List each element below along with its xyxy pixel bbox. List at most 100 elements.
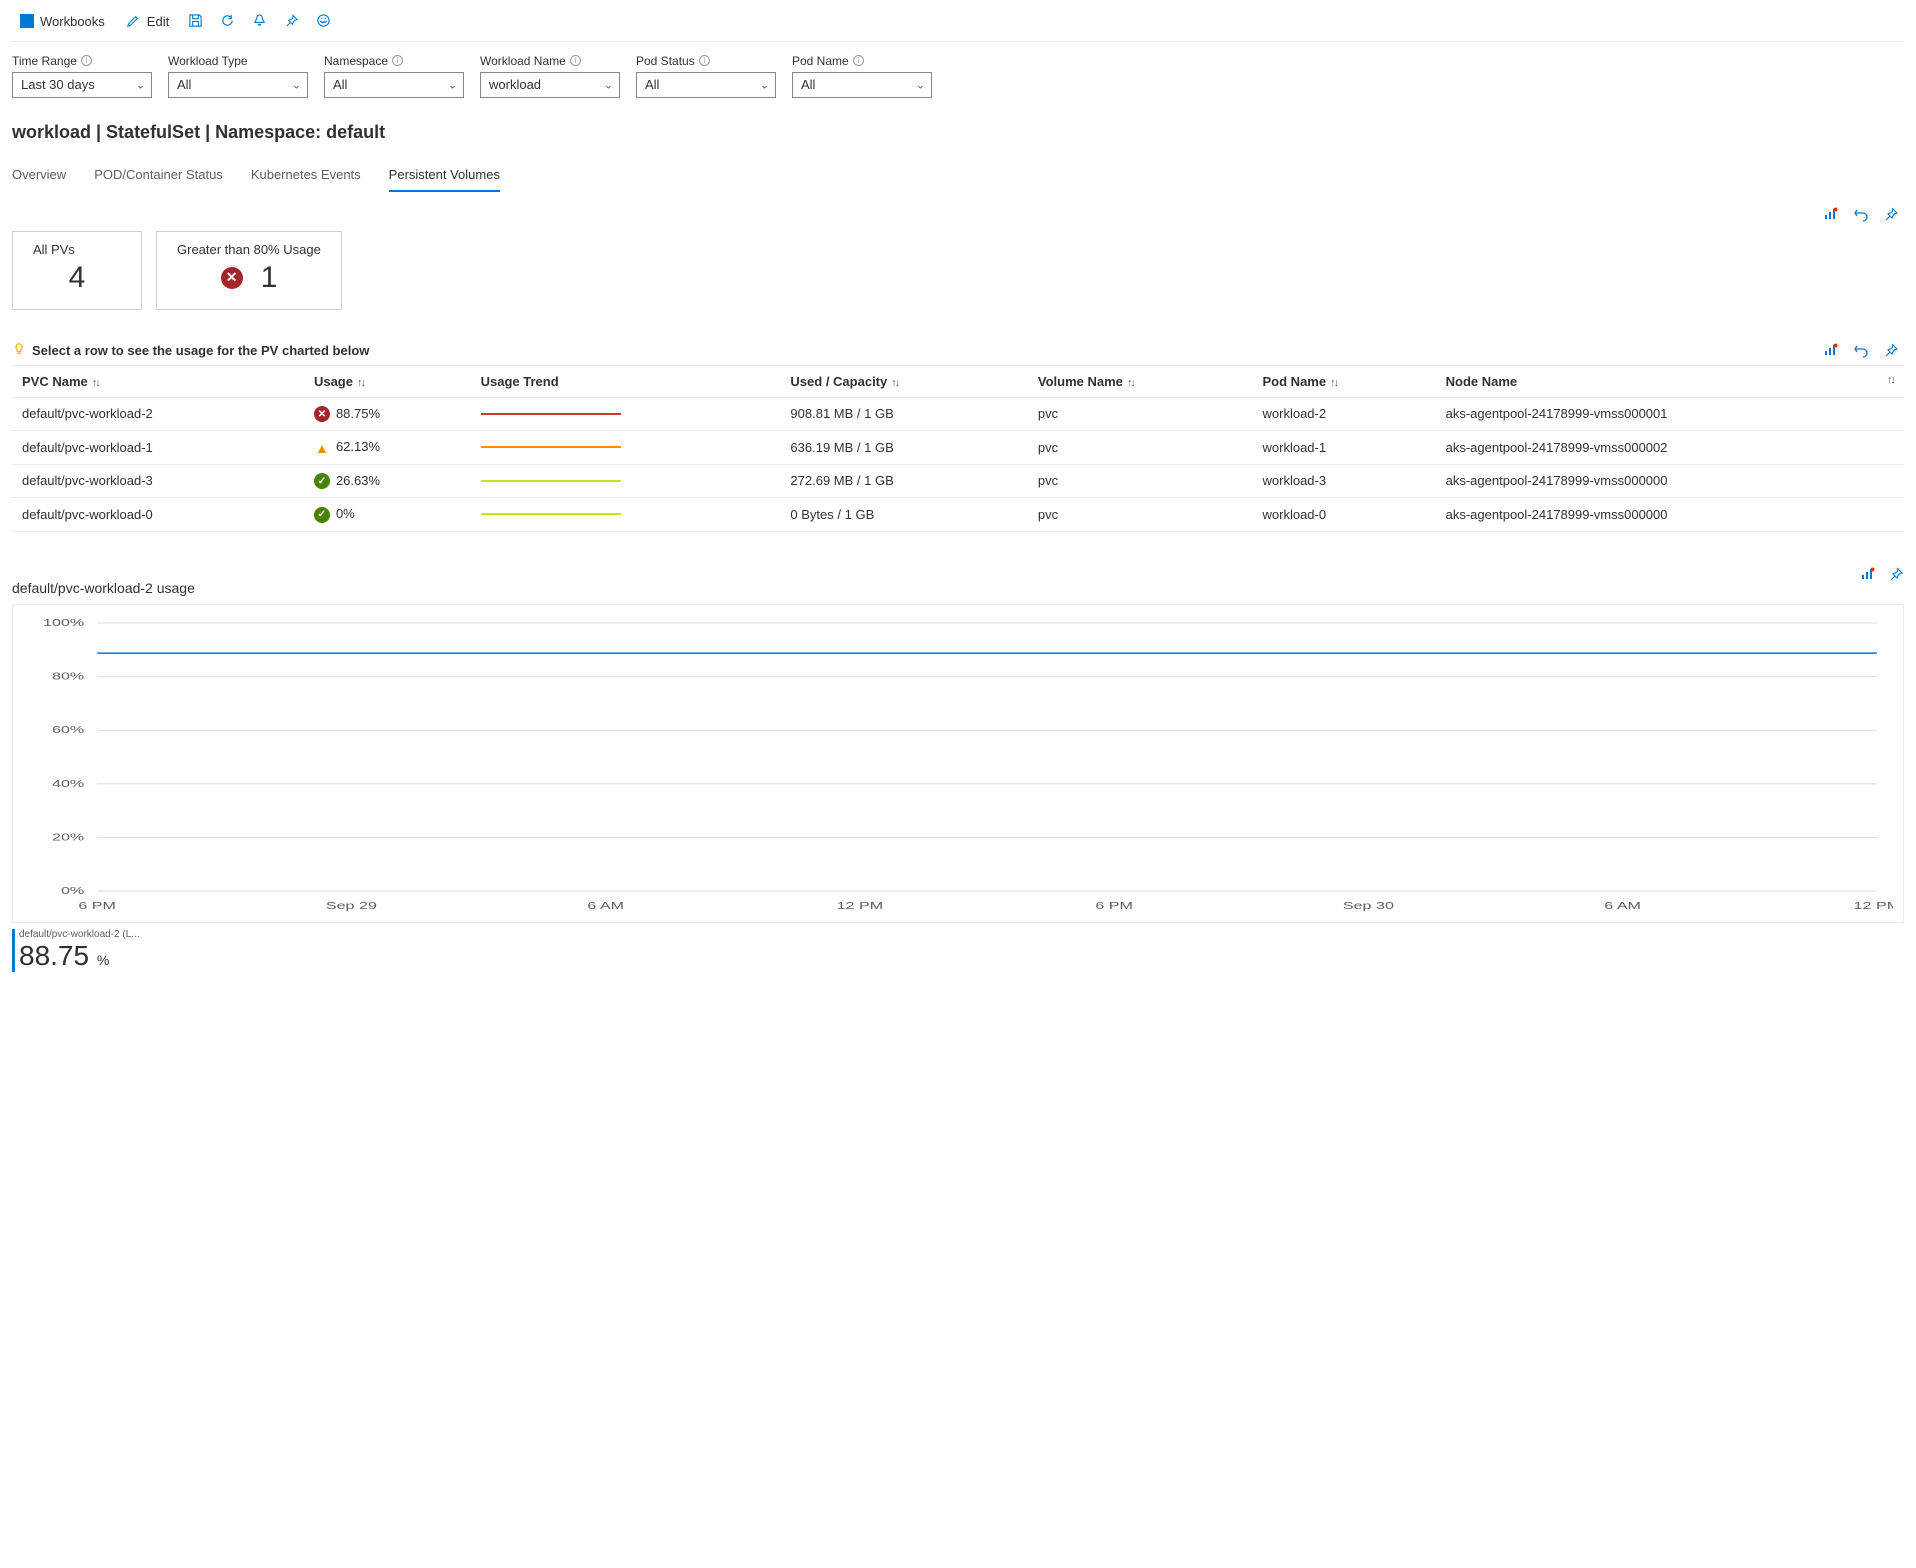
chart-plot-area[interactable]: 0%20%40%60%80%100% 6 PMSep 296 AM12 PM6 … — [23, 615, 1893, 915]
sort-icon[interactable]: ↑↓ — [92, 377, 99, 389]
chart-title: default/pvc-workload-2 usage — [12, 580, 195, 596]
section-action-row — [12, 205, 1904, 223]
cell-node-name: aks-agentpool-24178999-vmss000002 — [1436, 431, 1904, 465]
col-used-capacity[interactable]: Used / Capacity↑↓ — [780, 365, 1027, 397]
table-row[interactable]: default/pvc-workload-3✓26.63%272.69 MB /… — [12, 464, 1904, 498]
chevron-down-icon: ⌄ — [760, 78, 769, 91]
error-icon: ✕ — [314, 406, 330, 422]
col-usage-trend[interactable]: Usage Trend — [471, 365, 781, 397]
error-status-icon: ✕ — [221, 267, 243, 289]
cell-usage-trend — [471, 498, 781, 532]
col-node-name[interactable]: Node Name↑↓ — [1436, 365, 1904, 397]
log-analytics-icon[interactable] — [1822, 341, 1840, 359]
filter-workload-type: Workload Type All⌄ — [168, 54, 308, 98]
log-analytics-icon[interactable] — [1822, 205, 1840, 223]
cell-used-capacity: 908.81 MB / 1 GB — [780, 397, 1027, 431]
pin-button[interactable] — [277, 8, 305, 35]
tab-overview[interactable]: Overview — [12, 161, 66, 192]
chevron-down-icon: ⌄ — [136, 78, 145, 91]
table-row[interactable]: default/pvc-workload-2✕88.75%908.81 MB /… — [12, 397, 1904, 431]
filter-label: Time Rangei — [12, 54, 152, 68]
cell-pod-name: workload-1 — [1253, 431, 1436, 465]
summary-cards: All PVs 4 Greater than 80% Usage ✕ 1 — [12, 231, 1904, 310]
card-label: All PVs — [33, 242, 121, 257]
undo-icon[interactable] — [1852, 341, 1870, 359]
ok-icon: ✓ — [314, 473, 330, 489]
tab-bar: Overview POD/Container Status Kubernetes… — [12, 161, 1904, 193]
col-usage[interactable]: Usage↑↓ — [304, 365, 471, 397]
svg-text:80%: 80% — [52, 670, 84, 681]
sort-icon[interactable]: ↑↓ — [357, 377, 364, 389]
cell-used-capacity: 0 Bytes / 1 GB — [780, 498, 1027, 532]
svg-text:12 PM: 12 PM — [837, 900, 884, 911]
chevron-down-icon: ⌄ — [448, 78, 457, 91]
info-icon[interactable]: i — [392, 55, 403, 66]
refresh-button[interactable] — [213, 8, 241, 35]
namespace-select[interactable]: All⌄ — [324, 72, 464, 98]
cell-used-capacity: 272.69 MB / 1 GB — [780, 464, 1027, 498]
alert-button[interactable] — [245, 8, 273, 35]
bell-icon — [251, 12, 267, 28]
table-row[interactable]: default/pvc-workload-0✓0%0 Bytes / 1 GBp… — [12, 498, 1904, 532]
col-volume-name[interactable]: Volume Name↑↓ — [1028, 365, 1253, 397]
sort-icon[interactable]: ↑↓ — [1330, 377, 1337, 389]
info-icon[interactable]: i — [699, 55, 710, 66]
card-label: Greater than 80% Usage — [177, 242, 321, 257]
filter-pod-name: Pod Namei All⌄ — [792, 54, 932, 98]
feedback-button[interactable] — [309, 8, 337, 35]
sort-icon[interactable]: ↑↓ — [891, 377, 898, 389]
table-row[interactable]: default/pvc-workload-1▲62.13% 636.19 MB /… — [12, 431, 1904, 465]
usage-chart: 0%20%40%60%80%100% 6 PMSep 296 AM12 PM6 … — [12, 604, 1904, 923]
filter-namespace: Namespacei All⌄ — [324, 54, 464, 98]
info-icon[interactable]: i — [81, 55, 92, 66]
time-range-select[interactable]: Last 30 days⌄ — [12, 72, 152, 98]
smiley-icon — [315, 12, 331, 28]
sort-icon[interactable]: ↑↓ — [1887, 374, 1894, 386]
pin-icon[interactable] — [1882, 205, 1900, 223]
card-greater-than-80[interactable]: Greater than 80% Usage ✕ 1 — [156, 231, 342, 310]
undo-icon[interactable] — [1852, 205, 1870, 223]
page-title: workload | StatefulSet | Namespace: defa… — [12, 122, 1904, 143]
svg-text:0%: 0% — [61, 885, 84, 896]
edit-button[interactable]: Edit — [117, 9, 177, 33]
cell-pvc-name: default/pvc-workload-1 — [12, 431, 304, 465]
pod-status-select[interactable]: All⌄ — [636, 72, 776, 98]
cell-node-name: aks-agentpool-24178999-vmss000000 — [1436, 498, 1904, 532]
pin-icon[interactable] — [1888, 566, 1904, 585]
card-all-pvs[interactable]: All PVs 4 — [12, 231, 142, 310]
chart-action-row — [1860, 566, 1904, 585]
workload-type-select[interactable]: All⌄ — [168, 72, 308, 98]
ok-icon: ✓ — [314, 507, 330, 523]
cell-node-name: aks-agentpool-24178999-vmss000001 — [1436, 397, 1904, 431]
workbooks-label: Workbooks — [40, 14, 105, 29]
tab-persistent-volumes[interactable]: Persistent Volumes — [389, 161, 500, 192]
col-pod-name[interactable]: Pod Name↑↓ — [1253, 365, 1436, 397]
trend-sparkline — [481, 513, 621, 515]
chart-legend: default/pvc-workload-2 (L... 88.75 % — [12, 929, 1904, 972]
info-icon[interactable]: i — [570, 55, 581, 66]
tab-pod-container-status[interactable]: POD/Container Status — [94, 161, 223, 192]
trend-sparkline — [481, 446, 621, 448]
table-action-row — [1822, 341, 1904, 359]
warning-icon: ▲ — [314, 440, 330, 456]
cell-used-capacity: 636.19 MB / 1 GB — [780, 431, 1027, 465]
cell-pod-name: workload-3 — [1253, 464, 1436, 498]
info-icon[interactable]: i — [853, 55, 864, 66]
workbooks-button[interactable]: Workbooks — [12, 10, 113, 33]
card-value: 4 — [33, 261, 121, 295]
cell-usage: ▲62.13% — [304, 431, 471, 465]
legend-value: 88.75 % — [19, 940, 1904, 972]
cell-usage-trend — [471, 431, 781, 465]
log-analytics-icon[interactable] — [1860, 566, 1876, 585]
save-button[interactable] — [181, 8, 209, 35]
filter-row: Time Rangei Last 30 days⌄ Workload Type … — [12, 54, 1904, 98]
col-pvc-name[interactable]: PVC Name↑↓ — [12, 365, 304, 397]
filter-label: Workload Type — [168, 54, 308, 68]
chevron-down-icon: ⌄ — [916, 78, 925, 91]
table-header-row: PVC Name↑↓ Usage↑↓ Usage Trend Used / Ca… — [12, 365, 1904, 397]
pin-icon[interactable] — [1882, 341, 1900, 359]
pod-name-select[interactable]: All⌄ — [792, 72, 932, 98]
tab-kubernetes-events[interactable]: Kubernetes Events — [251, 161, 361, 192]
sort-icon[interactable]: ↑↓ — [1127, 377, 1134, 389]
workload-name-select[interactable]: workload⌄ — [480, 72, 620, 98]
